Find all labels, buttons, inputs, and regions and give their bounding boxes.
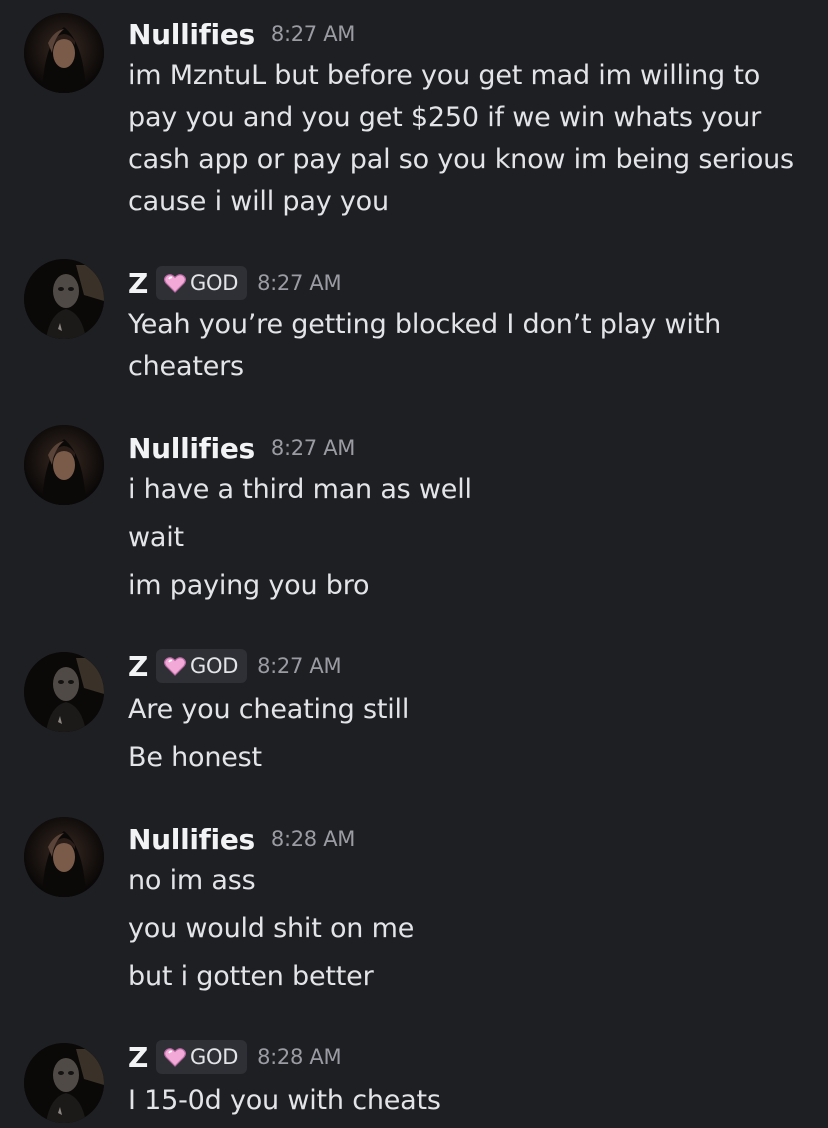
message-text: Be honest [128,742,262,773]
timestamp: 8:27 AM [270,436,356,460]
message-text: no im ass [128,865,256,896]
message-text: cause i will pay you [128,186,389,217]
timestamp: 8:28 AM [257,1045,342,1069]
pink-heart-icon [164,657,186,676]
message-text: Are you cheating still [128,694,410,725]
role-tag[interactable]: GOD [156,649,248,683]
z-avatar[interactable] [24,259,104,339]
message-text: you would shit on me [128,913,415,944]
username[interactable]: Z [128,650,148,683]
username[interactable]: Z [128,1041,148,1074]
message-text: cheaters [128,351,244,382]
message-text: wait [128,522,184,553]
role-label: GOD [190,1045,239,1069]
message-header: Nullifies 8:28 AM [128,819,355,859]
username[interactable]: Nullifies [128,432,255,465]
message-header: Nullifies 8:27 AM [128,14,355,54]
z-avatar[interactable] [24,1043,104,1123]
role-label: GOD [190,271,239,295]
nullifies-avatar[interactable] [24,425,104,505]
username[interactable]: Nullifies [128,823,255,856]
message-text: im MzntuL but before you get mad im will… [128,60,761,91]
nullifies-avatar[interactable] [24,817,104,897]
chat-message-list: Nullifies 8:27 AM im MzntuL but before y… [0,0,828,1128]
timestamp: 8:27 AM [270,22,356,46]
message-text: pay you and you get $250 if we win whats… [128,102,762,133]
message-header: Nullifies 8:27 AM [128,428,355,468]
message-header: Z GOD 8:28 AM [128,1037,342,1077]
nullifies-avatar[interactable] [24,13,104,93]
timestamp: 8:27 AM [257,654,342,678]
pink-heart-icon [164,274,186,293]
message-text: I 15-0d you with cheats [128,1085,441,1116]
role-label: GOD [190,654,239,678]
role-tag[interactable]: GOD [156,266,248,300]
username[interactable]: Z [128,267,148,300]
message-text: i have a third man as well [128,474,472,505]
pink-heart-icon [164,1048,186,1067]
timestamp: 8:27 AM [257,271,342,295]
z-avatar[interactable] [24,652,104,732]
message-header: Z GOD 8:27 AM [128,646,342,686]
timestamp: 8:28 AM [270,827,356,851]
role-tag[interactable]: GOD [156,1040,248,1074]
message-text: cash app or pay pal so you know im being… [128,144,794,175]
message-text: Yeah you’re getting blocked I don’t play… [128,309,722,340]
message-text: im paying you bro [128,570,370,601]
message-header: Z GOD 8:27 AM [128,263,342,303]
message-text: but i gotten better [128,961,374,992]
username[interactable]: Nullifies [128,18,255,51]
